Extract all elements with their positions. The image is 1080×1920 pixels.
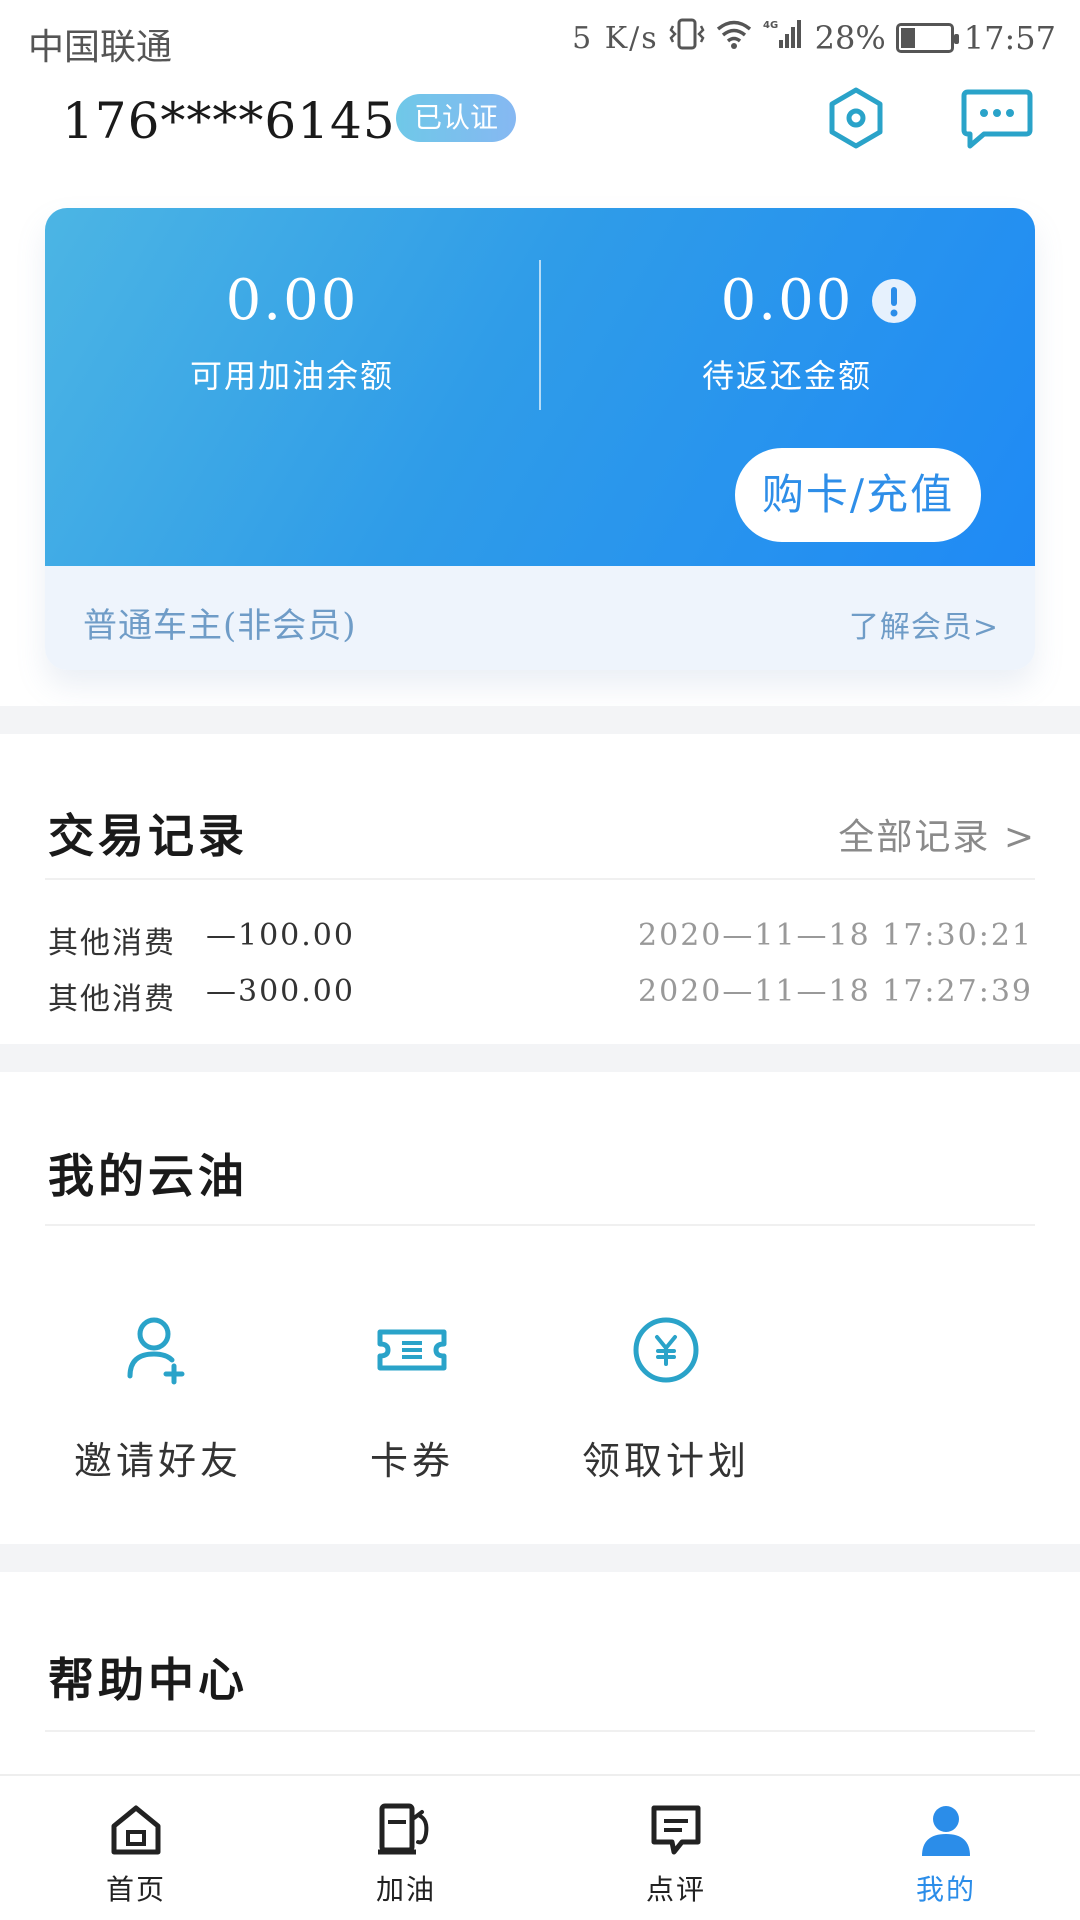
settings-hex-icon: [829, 87, 883, 149]
invite-friends-tile[interactable]: 邀请好友: [38, 1310, 278, 1500]
battery-percent: 28%: [814, 19, 886, 57]
phone-number: 176****6145: [62, 92, 396, 150]
status-indicators: 5 K/s 4G 28% 17:57: [572, 18, 1056, 58]
tile-label: 邀请好友: [73, 1439, 242, 1483]
transaction-amount: —100.00: [206, 918, 355, 953]
clock: 17:57: [963, 19, 1056, 57]
nav-label: 首页: [105, 1873, 166, 1906]
nav-reviews[interactable]: 点评: [606, 1802, 746, 1908]
nav-label: 点评: [645, 1873, 706, 1906]
nav-refuel[interactable]: 加油: [336, 1802, 476, 1908]
fuel-pump-icon: [378, 1803, 429, 1855]
nav-label: 加油: [375, 1873, 436, 1906]
ticket-icon: [377, 1329, 447, 1371]
tile-label: 领取计划: [581, 1439, 750, 1483]
claim-plan-tile[interactable]: 领取计划: [546, 1310, 786, 1500]
available-label: 可用加油余额: [189, 357, 394, 395]
nav-home[interactable]: 首页: [66, 1802, 206, 1908]
learn-membership-link[interactable]: 了解会员>: [849, 602, 999, 646]
transactions-title: 交易记录: [48, 809, 248, 863]
transaction-amount: —300.00: [206, 974, 355, 1009]
section-separator: [0, 1544, 1080, 1572]
cellular-signal-icon: 4G: [763, 18, 805, 58]
balance-card: 0.00 可用加油余额 0.00 待返还金额 购卡/充值 普通车主(非会员) 了…: [45, 208, 1035, 670]
chat-bubble-icon: [961, 89, 1033, 149]
comment-icon: [651, 1805, 701, 1855]
messages-button[interactable]: [960, 86, 1034, 152]
vibrate-icon: [669, 18, 705, 58]
membership-bar: 普通车主(非会员) 了解会员>: [45, 566, 1035, 670]
tile-label: 卡券: [369, 1439, 454, 1483]
divider: [45, 878, 1035, 880]
balance-card-top: 0.00 可用加油余额 0.00 待返还金额 购卡/充值: [45, 208, 1035, 566]
divider: [45, 1730, 1035, 1732]
transaction-type: 其他消费: [48, 926, 176, 961]
available-balance[interactable]: 0.00 可用加油余额: [45, 268, 539, 397]
pending-label: 待返还金额: [701, 357, 872, 395]
help-center-title[interactable]: 帮助中心: [48, 1644, 248, 1710]
my-oil-grid: 邀请好友 卡券 领取计划: [0, 1310, 1080, 1510]
transaction-row[interactable]: 其他消费 —300.00 2020—11—18 17:27:39: [48, 974, 1033, 1024]
section-separator: [0, 706, 1080, 734]
nav-label: 我的: [915, 1873, 976, 1906]
status-bar: 中国联通 5 K/s 4G 28% 17:57: [0, 0, 1080, 78]
battery-icon: [895, 23, 959, 53]
available-amount: 0.00: [225, 268, 359, 333]
transaction-type: 其他消费: [48, 982, 176, 1017]
account-header: 176****6145 已认证: [0, 78, 1080, 198]
wifi-icon: [715, 18, 753, 58]
transaction-row[interactable]: 其他消费 —100.00 2020—11—18 17:30:21: [48, 918, 1033, 968]
network-type-label: 4G: [763, 20, 778, 31]
divider: [45, 1224, 1035, 1226]
yen-coin-icon: [633, 1317, 699, 1383]
transaction-time: 2020—11—18 17:27:39: [638, 974, 1033, 1009]
info-icon[interactable]: [871, 278, 917, 324]
add-user-icon: [127, 1317, 185, 1385]
pending-amount: 0.00: [720, 268, 854, 333]
net-speed: 5 K/s: [572, 20, 659, 56]
nav-mine[interactable]: 我的: [876, 1802, 1016, 1908]
my-oil-title: 我的云油: [48, 1149, 248, 1203]
member-type: 普通车主(非会员): [83, 606, 357, 646]
settings-button[interactable]: [822, 84, 890, 152]
bottom-navigation: 首页 加油 点评 我的: [0, 1774, 1080, 1920]
verified-badge: 已认证: [396, 94, 517, 142]
all-records-link[interactable]: 全部记录 >: [838, 808, 1036, 860]
carrier-name: 中国联通: [28, 27, 173, 68]
recharge-button[interactable]: 购卡/充值: [735, 448, 981, 542]
section-separator: [0, 1044, 1080, 1072]
user-icon: [922, 1806, 970, 1856]
transaction-time: 2020—11—18 17:30:21: [638, 918, 1033, 953]
pending-balance[interactable]: 0.00 待返还金额: [539, 268, 1035, 397]
coupons-tile[interactable]: 卡券: [292, 1310, 532, 1500]
battery-level-fill: [900, 28, 916, 48]
home-icon: [111, 1805, 161, 1855]
